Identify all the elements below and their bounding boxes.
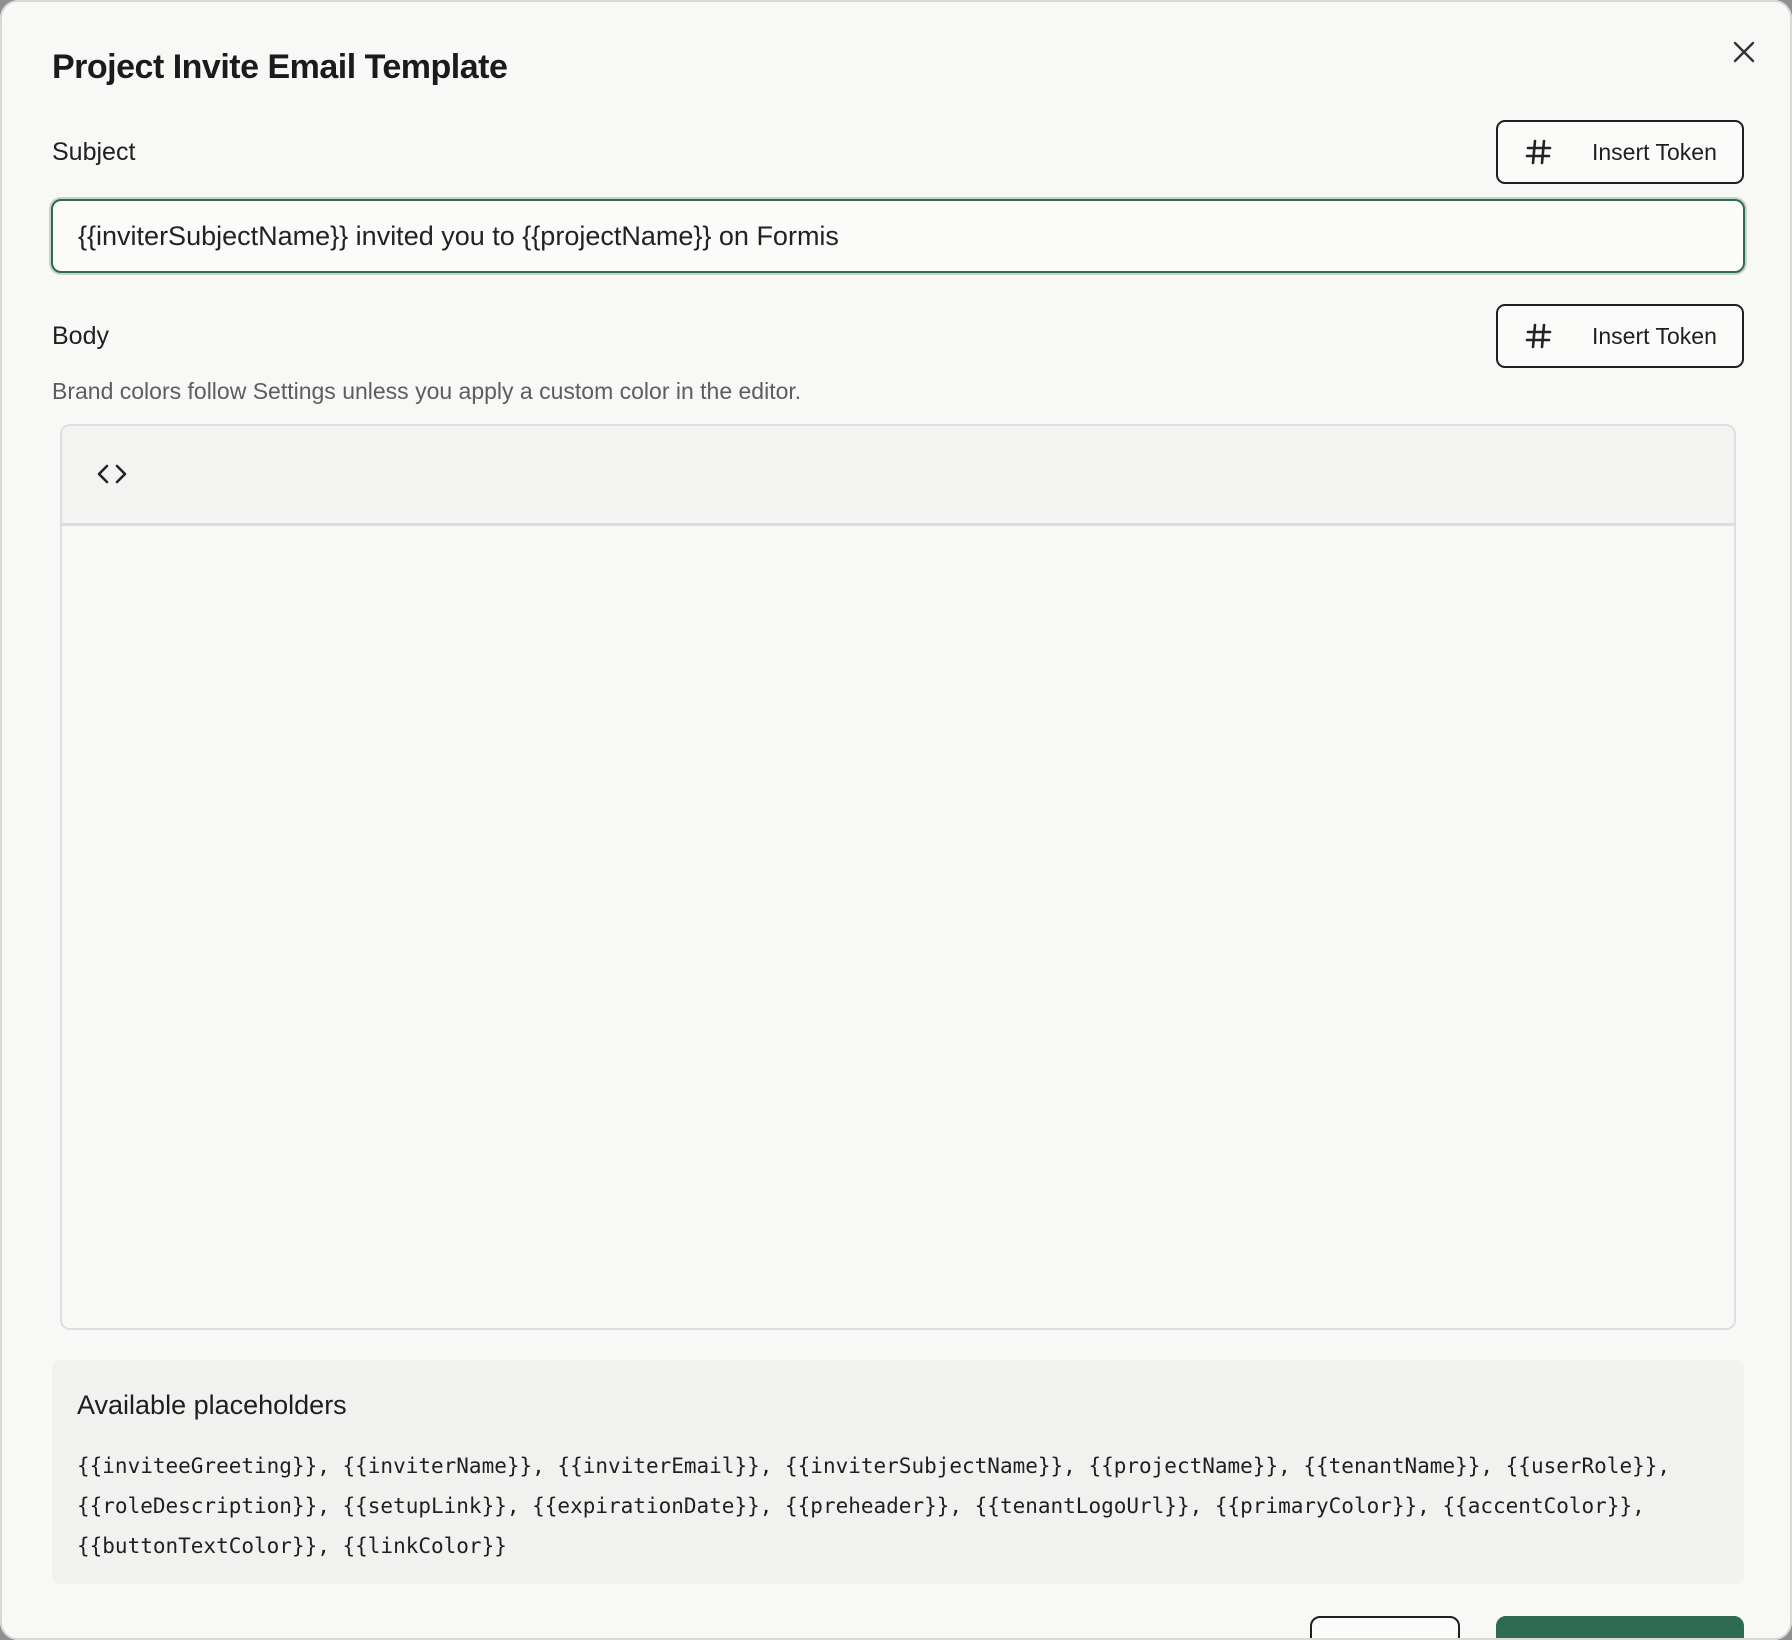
hash-icon bbox=[1524, 321, 1554, 351]
subject-label: Subject bbox=[52, 138, 136, 166]
body-label: Body bbox=[52, 322, 109, 350]
body-editor bbox=[60, 424, 1736, 1330]
editor-content-area[interactable] bbox=[62, 529, 1734, 1328]
body-insert-token-button[interactable]: Insert Token bbox=[1496, 304, 1744, 368]
placeholders-title: Available placeholders bbox=[77, 1390, 347, 1420]
placeholders-list: {{inviteeGreeting}}, {{inviterName}}, {{… bbox=[77, 1454, 1671, 1558]
placeholders-panel: Available placeholders {{inviteeGreeting… bbox=[52, 1360, 1744, 1584]
email-template-dialog: Project Invite Email Template Subject In… bbox=[0, 0, 1792, 1640]
editor-toolbar bbox=[62, 426, 1734, 526]
body-helper-text: Brand colors follow Settings unless you … bbox=[52, 378, 802, 404]
dialog-title: Project Invite Email Template bbox=[52, 48, 508, 86]
body-insert-token-label: Insert Token bbox=[1592, 322, 1717, 349]
code-view-toggle[interactable] bbox=[92, 456, 132, 492]
close-button[interactable] bbox=[1724, 32, 1764, 72]
subject-insert-token-button[interactable]: Insert Token bbox=[1496, 120, 1744, 184]
code-icon bbox=[97, 464, 127, 484]
close-icon bbox=[1733, 41, 1755, 63]
subject-insert-token-label: Insert Token bbox=[1592, 138, 1717, 165]
subject-input[interactable] bbox=[51, 199, 1745, 273]
hash-icon bbox=[1524, 137, 1554, 167]
